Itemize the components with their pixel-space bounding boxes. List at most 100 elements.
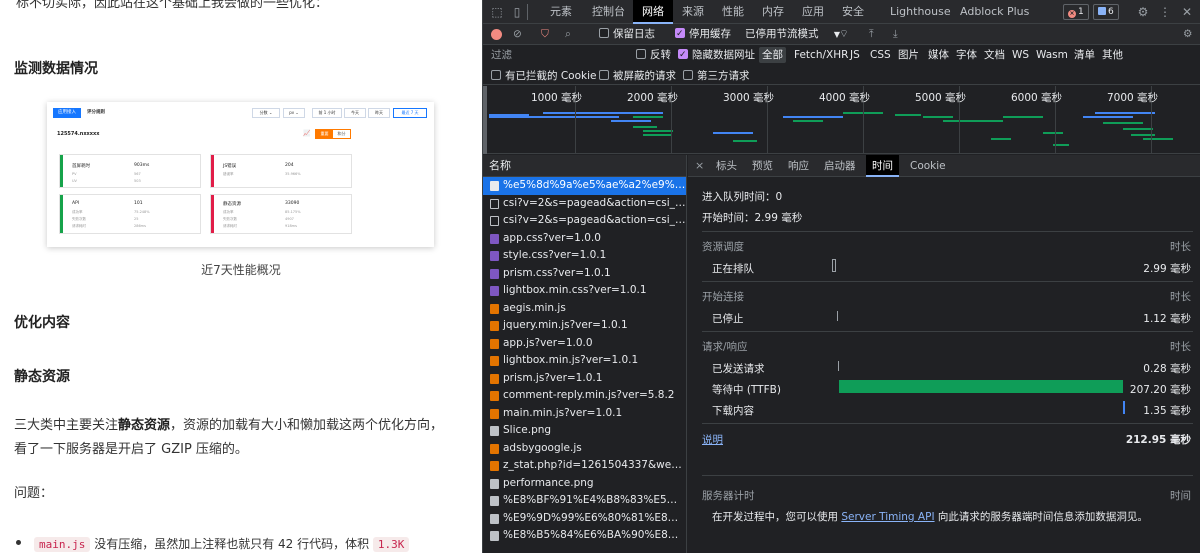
type-wasm[interactable]: Wasm <box>1033 47 1071 63</box>
tab-sources[interactable]: 来源 <box>673 0 713 24</box>
request-row[interactable]: performance.png <box>483 475 686 493</box>
clear-icon[interactable]: ⊘ <box>513 26 522 43</box>
tab-headers[interactable]: 标头 <box>710 155 743 177</box>
network-overview-timeline[interactable]: 1000 毫秒 2000 毫秒 3000 毫秒 4000 毫秒 5000 毫秒 6000 … <box>483 86 1200 154</box>
request-row[interactable]: %E8%B5%84%E6%BA%90%E8%... <box>483 527 686 545</box>
throttle-select[interactable]: 已停用节流模式 ▼ <box>745 26 840 43</box>
tab-adblock[interactable]: Adblock Plus <box>951 0 1038 24</box>
request-row[interactable]: app.js?ver=1.0.0 <box>483 335 686 353</box>
figure-caption: 近7天性能概况 <box>201 263 281 277</box>
request-row[interactable]: prism.css?ver=1.0.1 <box>483 265 686 283</box>
settings-gear-icon[interactable]: ⚙ <box>1135 4 1151 20</box>
heading-static: 静态资源 <box>14 369 70 385</box>
js-file-icon <box>490 321 499 331</box>
blocked-cookies-checkbox[interactable]: 有已拦截的 Cookie <box>491 68 596 83</box>
tab-network[interactable]: 网络 <box>633 0 673 24</box>
plain-file-icon <box>490 216 499 226</box>
request-row[interactable]: aegis.min.js <box>483 300 686 318</box>
invert-checkbox[interactable]: 反转 <box>633 47 674 63</box>
download-value: 1.35 毫秒 <box>1143 405 1191 417</box>
type-img[interactable]: 图片 <box>895 47 922 63</box>
filter-icon[interactable]: ⛉ <box>541 26 549 43</box>
checkbox-checked-icon <box>678 47 688 63</box>
request-row[interactable]: app.css?ver=1.0.0 <box>483 230 686 248</box>
tab-preview[interactable]: 预览 <box>746 155 779 177</box>
heading-monitor: 监测数据情况 <box>14 61 98 77</box>
tab-response[interactable]: 响应 <box>782 155 815 177</box>
request-row[interactable]: jquery.min.js?ver=1.0.1 <box>483 317 686 335</box>
tab-lighthouse[interactable]: Lighthouse <box>881 0 960 24</box>
tab-performance[interactable]: 性能 <box>713 0 753 24</box>
request-row[interactable]: Slice.png <box>483 422 686 440</box>
request-row[interactable]: comment-reply.min.js?ver=5.8.2 <box>483 387 686 405</box>
type-ws[interactable]: WS <box>1009 47 1032 63</box>
third-party-checkbox[interactable]: 第三方请求 <box>683 68 750 83</box>
overview-request-bar <box>1103 122 1143 124</box>
device-toolbar-icon[interactable]: ▯ <box>509 4 525 20</box>
card-subkey: 请求耗时 <box>223 224 237 228</box>
upload-har-icon[interactable]: ⤒ <box>869 26 874 43</box>
card-subvalue: 4907 <box>285 217 294 221</box>
type-fetch-xhr[interactable]: Fetch/XHR <box>791 47 851 63</box>
request-row[interactable]: prism.js?ver=1.0.1 <box>483 370 686 388</box>
type-css[interactable]: CSS <box>867 47 894 63</box>
hide-data-urls-checkbox[interactable]: 隐藏数据网址 <box>675 47 758 63</box>
request-row[interactable]: adsbygoogle.js <box>483 440 686 458</box>
download-har-icon[interactable]: ⤓ <box>893 26 898 43</box>
overview-tick-label: 3000 毫秒 <box>723 92 775 104</box>
explanation-link[interactable]: 说明 <box>702 432 723 447</box>
type-doc[interactable]: 文档 <box>981 47 1008 63</box>
ttfb-value: 207.20 毫秒 <box>1129 384 1191 396</box>
tab-application[interactable]: 应用 <box>793 0 833 24</box>
request-name: prism.css?ver=1.0.1 <box>503 266 611 279</box>
dashboard-thumbnail[interactable]: 应用接入 评分规则 分数 ⌄ pv ⌄ 前 1 小时 今天 昨天 最近 7 天 … <box>47 102 434 247</box>
request-row[interactable]: z_stat.php?id=1261504337&web_id=... <box>483 457 686 475</box>
devtools-tabbar: ⬚ ▯ 元素 控制台 网络 来源 性能 内存 应用 安全 Lighthouse … <box>483 0 1200 24</box>
card-value: 33090 <box>285 201 300 206</box>
card-key: 首屏耗时 <box>72 164 90 169</box>
thumb-site-id: 125574.nxxxxx <box>57 131 100 137</box>
tab-elements[interactable]: 元素 <box>541 0 581 24</box>
tab-timing[interactable]: 时间 <box>866 155 899 177</box>
network-settings-icon[interactable]: ⚙ <box>1183 26 1192 43</box>
preserve-log-checkbox[interactable]: 保留日志 <box>599 26 655 43</box>
js-file-icon <box>490 303 499 314</box>
request-row[interactable]: style.css?ver=1.0.1 <box>483 247 686 265</box>
tab-cookies[interactable]: Cookie <box>904 155 952 177</box>
request-row[interactable]: csi?v=2&s=pagead&action=csi_page... <box>483 195 686 213</box>
request-row[interactable]: %E9%9D%99%E6%80%81%E8%... <box>483 510 686 528</box>
more-options-icon[interactable]: ⋮ <box>1157 4 1173 20</box>
disable-cache-checkbox[interactable]: 停用缓存 <box>675 26 731 43</box>
close-detail-icon[interactable]: × <box>695 155 704 177</box>
blocked-requests-checkbox[interactable]: 被屏蔽的请求 <box>599 68 676 83</box>
record-icon[interactable] <box>491 29 502 40</box>
tab-security[interactable]: 安全 <box>833 0 873 24</box>
type-font[interactable]: 字体 <box>953 47 980 63</box>
search-icon[interactable]: ⌕ <box>565 26 571 43</box>
type-manifest[interactable]: 清单 <box>1071 47 1098 63</box>
network-conditions-icon[interactable]: ⌔ <box>839 26 849 43</box>
tab-initiator[interactable]: 启动器 <box>818 155 862 177</box>
request-row[interactable]: main.min.js?ver=1.0.1 <box>483 405 686 423</box>
server-timing-api-link[interactable]: Server Timing API <box>841 511 934 523</box>
filter-input[interactable]: 过滤 <box>487 47 622 63</box>
tab-memory[interactable]: 内存 <box>753 0 793 24</box>
inspect-element-icon[interactable]: ⬚ <box>489 4 505 20</box>
duration-label: 时长 <box>1170 241 1191 253</box>
request-row[interactable]: %E8%BF%91%E4%B8%83%E5%... <box>483 492 686 510</box>
tab-console[interactable]: 控制台 <box>583 0 634 24</box>
name-column-header[interactable]: 名称 <box>483 155 686 177</box>
type-all[interactable]: 全部 <box>759 47 786 63</box>
request-row[interactable]: lightbox.min.js?ver=1.0.1 <box>483 352 686 370</box>
close-devtools-icon[interactable]: ✕ <box>1179 4 1195 20</box>
request-row[interactable]: lightbox.min.css?ver=1.0.1 <box>483 282 686 300</box>
type-js[interactable]: JS <box>847 47 863 63</box>
type-media[interactable]: 媒体 <box>925 47 952 63</box>
request-row[interactable]: csi?v=2&s=pagead&action=csi_page... <box>483 212 686 230</box>
img-file-icon <box>490 531 499 541</box>
divider <box>702 231 1193 232</box>
request-row[interactable]: %e5%8d%9a%e5%ae%a2%e9%a... <box>483 177 686 195</box>
error-badge[interactable]: × 1 <box>1063 4 1089 20</box>
message-badge[interactable]: 6 <box>1093 4 1119 20</box>
type-other[interactable]: 其他 <box>1099 47 1126 63</box>
